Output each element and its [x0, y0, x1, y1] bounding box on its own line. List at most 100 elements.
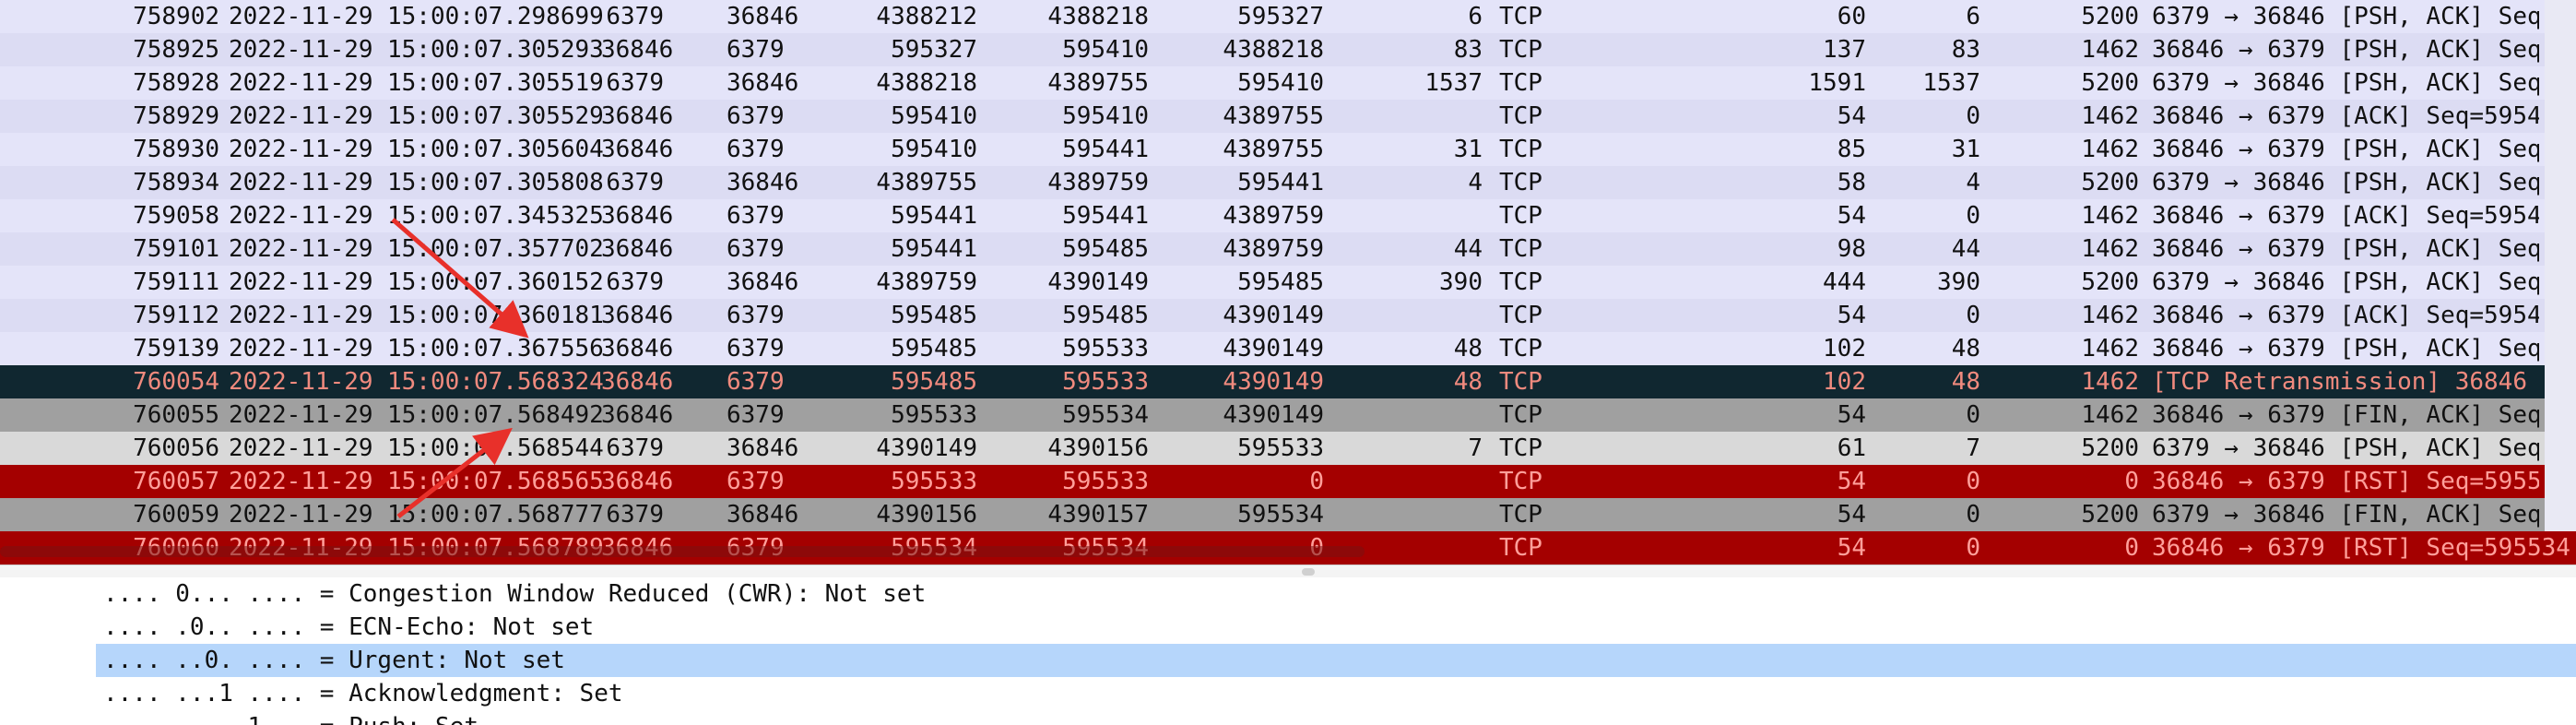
- detail-field-row[interactable]: .... 0... .... = Congestion Window Reduc…: [96, 577, 2576, 611]
- packet-window: 5200: [2081, 501, 2139, 529]
- packet-seq: 4389759: [876, 268, 977, 296]
- packet-next-seq: 595485: [1062, 302, 1149, 329]
- packet-ack: 0: [1309, 468, 1324, 495]
- packet-frame-length: 58: [1837, 169, 1866, 196]
- packet-ack: 595327: [1237, 3, 1324, 30]
- packet-ack: 4390149: [1223, 368, 1324, 396]
- packet-row[interactable]: 758925 2022-11-29 15:00:07.305293 36846 6379…: [0, 33, 2576, 66]
- packet-protocol: TCP: [1499, 102, 1542, 130]
- packet-tcp-length: 0: [1966, 401, 1980, 429]
- vertical-scrollbar[interactable]: [2545, 0, 2576, 531]
- horizontal-scrollbar[interactable]: [0, 546, 1365, 557]
- packet-next-seq: 595410: [1062, 36, 1149, 64]
- packet-info: 36846 → 6379 [PSH, ACK] Seq: [2152, 335, 2539, 362]
- detail-field-row[interactable]: .... ...1 .... = Acknowledgment: Set: [96, 677, 2576, 710]
- packet-row[interactable]: 760059 2022-11-29 15:00:07.568777 6379 36846…: [0, 498, 2576, 531]
- packet-number: 758930: [133, 136, 219, 163]
- packet-src-port: 36846: [601, 335, 674, 362]
- packet-protocol: TCP: [1499, 202, 1542, 230]
- packet-protocol: TCP: [1499, 169, 1542, 196]
- packet-time: 15:00:07.305529: [387, 102, 604, 130]
- packet-row[interactable]: 760056 2022-11-29 15:00:07.568544 6379 36846…: [0, 432, 2576, 465]
- packet-window: 5200: [2081, 268, 2139, 296]
- packet-protocol: TCP: [1499, 3, 1542, 30]
- packet-seq: 4388218: [876, 69, 977, 97]
- packet-protocol: TCP: [1499, 468, 1542, 495]
- packet-date: 2022-11-29: [229, 501, 373, 529]
- packet-src-port: 6379: [606, 268, 664, 296]
- packet-row[interactable]: 759111 2022-11-29 15:00:07.360152 6379 36846…: [0, 266, 2576, 299]
- packet-dst-port: 36846: [727, 434, 799, 462]
- packet-frame-length: 54: [1837, 401, 1866, 429]
- packet-row[interactable]: 759058 2022-11-29 15:00:07.345325 36846 6379…: [0, 199, 2576, 232]
- packet-seq: 595485: [891, 302, 977, 329]
- packet-dst-port: 6379: [727, 36, 785, 64]
- packet-dst-port: 6379: [727, 202, 785, 230]
- packet-dst-port: 6379: [727, 401, 785, 429]
- packet-row[interactable]: 760057 2022-11-29 15:00:07.568565 36846 6379…: [0, 465, 2576, 498]
- packet-protocol: TCP: [1499, 401, 1542, 429]
- packet-frame-length: 54: [1837, 534, 1866, 562]
- packet-window: 5200: [2081, 434, 2139, 462]
- packet-row[interactable]: 758934 2022-11-29 15:00:07.305808 6379 36846…: [0, 166, 2576, 199]
- packet-tcp-length: 44: [1951, 235, 1980, 263]
- packet-info: 36846 → 6379 [FIN, ACK] Seq: [2152, 401, 2539, 429]
- packet-len: 48: [1453, 368, 1483, 396]
- detail-field-row[interactable]: .... .0.. .... = ECN-Echo: Not set: [96, 611, 2576, 644]
- packet-row[interactable]: 759112 2022-11-29 15:00:07.360181 36846 6379…: [0, 299, 2576, 332]
- splitter-grip-icon[interactable]: [1302, 568, 1315, 576]
- packet-tcp-length: 4: [1966, 169, 1980, 196]
- packet-dst-port: 36846: [727, 69, 799, 97]
- packet-info: 36846 → 6379 [RST] Seq=595534: [2152, 534, 2570, 562]
- packet-row[interactable]: 758928 2022-11-29 15:00:07.305519 6379 36846…: [0, 66, 2576, 100]
- detail-field-row[interactable]: .... ..0. .... = Urgent: Not set: [96, 644, 2576, 677]
- packet-time: 15:00:07.305808: [387, 169, 604, 196]
- packet-row[interactable]: 759139 2022-11-29 15:00:07.367556 36846 6379…: [0, 332, 2576, 365]
- packet-date: 2022-11-29: [229, 368, 373, 396]
- packet-ack: 595441: [1237, 169, 1324, 196]
- packet-seq: 595327: [891, 36, 977, 64]
- packet-next-seq: 595441: [1062, 136, 1149, 163]
- packet-ack: 595534: [1237, 501, 1324, 529]
- packet-frame-length: 102: [1823, 368, 1866, 396]
- packet-dst-port: 6379: [727, 335, 785, 362]
- packet-ack: 4390149: [1223, 302, 1324, 329]
- packet-src-port: 6379: [606, 501, 664, 529]
- packet-time: 15:00:07.298699: [387, 3, 604, 30]
- packet-dst-port: 6379: [727, 468, 785, 495]
- packet-date: 2022-11-29: [229, 202, 373, 230]
- packet-number: 759139: [133, 335, 219, 362]
- packet-len: 1537: [1424, 69, 1483, 97]
- packet-protocol: TCP: [1499, 501, 1542, 529]
- packet-time: 15:00:07.360152: [387, 268, 604, 296]
- packet-src-port: 6379: [606, 3, 664, 30]
- packet-seq: 4390156: [876, 501, 977, 529]
- packet-tcp-length: 7: [1966, 434, 1980, 462]
- packet-dst-port: 36846: [727, 3, 799, 30]
- packet-info: 6379 → 36846 [PSH, ACK] Seq: [2152, 69, 2539, 97]
- packet-seq: 595485: [891, 335, 977, 362]
- packet-time: 15:00:07.345325: [387, 202, 604, 230]
- packet-row[interactable]: 758929 2022-11-29 15:00:07.305529 36846 6379…: [0, 100, 2576, 133]
- packet-row[interactable]: 758902 2022-11-29 15:00:07.298699 6379 36846…: [0, 0, 2576, 33]
- packet-next-seq: 595533: [1062, 368, 1149, 396]
- packet-time: 15:00:07.568544: [387, 434, 604, 462]
- packet-len: 44: [1453, 235, 1483, 263]
- packet-time: 15:00:07.305519: [387, 69, 604, 97]
- packet-src-port: 6379: [606, 169, 664, 196]
- packet-row[interactable]: 759101 2022-11-29 15:00:07.357702 36846 6379…: [0, 232, 2576, 266]
- packet-detail-pane[interactable]: .... 0... .... = Congestion Window Reduc…: [0, 577, 2576, 725]
- packet-src-port: 36846: [601, 102, 674, 130]
- packet-row[interactable]: 760055 2022-11-29 15:00:07.568492 36846 6379…: [0, 398, 2576, 432]
- packet-row[interactable]: 758930 2022-11-29 15:00:07.305604 36846 6379…: [0, 133, 2576, 166]
- detail-field-row[interactable]: .... .... 1... = Push: Set: [96, 710, 2576, 725]
- packet-row[interactable]: 760054 2022-11-29 15:00:07.568324 36846 6379…: [0, 365, 2576, 398]
- packet-window: 1462: [2081, 401, 2139, 429]
- packet-tcp-length: 0: [1966, 202, 1980, 230]
- packet-number: 760057: [133, 468, 219, 495]
- packet-window: 1462: [2081, 36, 2139, 64]
- pane-splitter[interactable]: [0, 565, 2576, 578]
- packet-info: 36846 → 6379 [PSH, ACK] Seq: [2152, 235, 2539, 263]
- packet-list[interactable]: 758902 2022-11-29 15:00:07.298699 6379 36846…: [0, 0, 2576, 565]
- packet-next-seq: 4390157: [1047, 501, 1149, 529]
